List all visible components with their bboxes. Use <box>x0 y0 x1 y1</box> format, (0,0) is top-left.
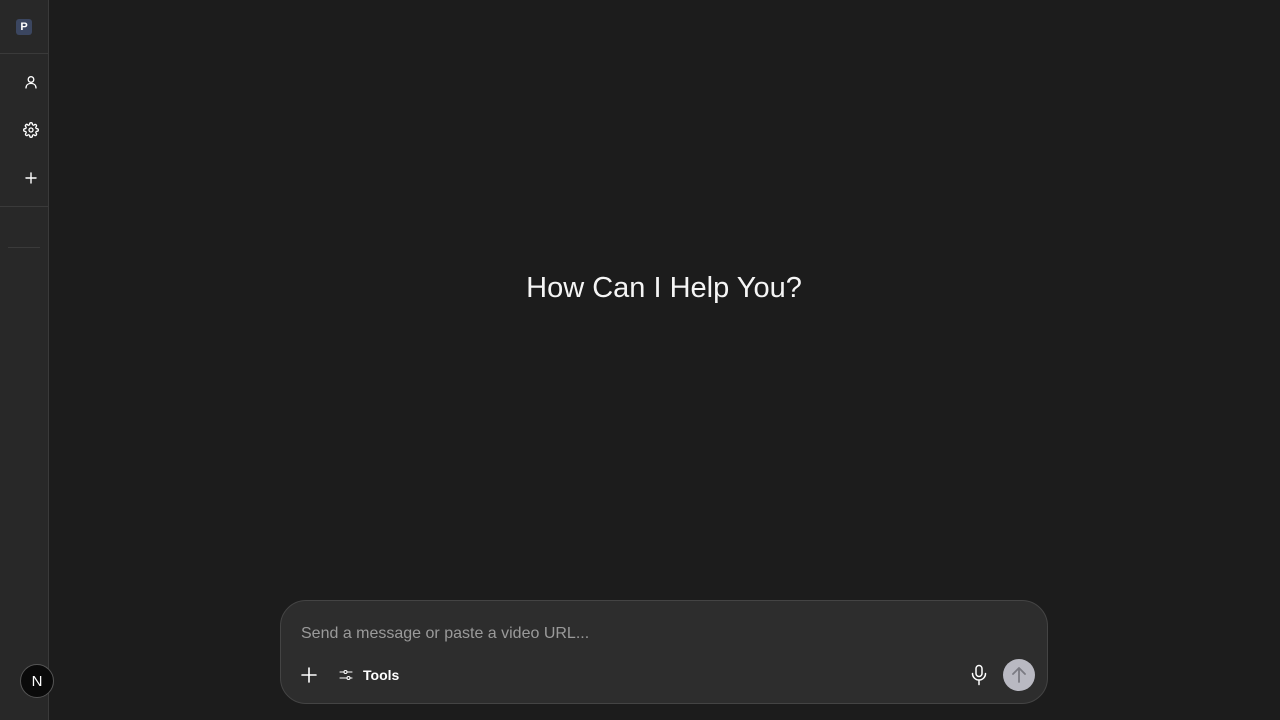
app-logo[interactable]: P <box>16 19 32 35</box>
user-icon <box>25 76 37 89</box>
sidebar-item-settings[interactable] <box>0 112 48 148</box>
tools-button[interactable]: Tools <box>339 663 399 687</box>
sidebar-item-profile[interactable] <box>0 64 48 100</box>
sidebar: P N <box>0 0 54 720</box>
message-composer: Tools <box>280 600 1048 704</box>
sliders-icon <box>339 669 353 681</box>
page-heading: How Can I Help You? <box>526 272 802 304</box>
tools-label: Tools <box>363 667 400 683</box>
sidebar-divider-top <box>0 53 48 54</box>
microphone-button[interactable] <box>967 663 991 687</box>
attach-button[interactable] <box>297 663 321 687</box>
sidebar-divider-short <box>8 247 40 248</box>
plus-icon <box>301 667 317 683</box>
sidebar-divider-middle <box>0 206 48 207</box>
plus-icon <box>25 172 37 184</box>
user-avatar[interactable]: N <box>20 664 54 698</box>
arrow-up-icon <box>1012 667 1026 683</box>
sidebar-item-new[interactable] <box>0 160 48 196</box>
microphone-icon <box>971 664 987 686</box>
message-input[interactable] <box>301 619 1001 649</box>
send-button[interactable] <box>1003 659 1035 691</box>
gear-icon <box>23 122 39 138</box>
